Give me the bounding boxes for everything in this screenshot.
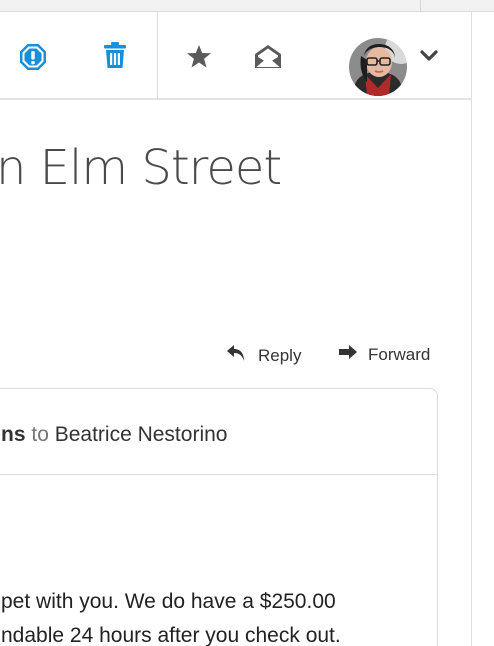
reply-icon	[226, 344, 258, 367]
chevron-down-icon	[419, 49, 439, 63]
message-toolbar	[0, 12, 471, 100]
forward-button[interactable]: Forward	[338, 344, 430, 365]
reply-button[interactable]: Reply	[226, 344, 301, 367]
recipient-name: Beatrice Nestorino	[54, 423, 228, 446]
top-bar-divider	[420, 0, 421, 12]
star-icon	[186, 44, 212, 69]
spam-icon	[18, 42, 48, 72]
sender-line: ns to Beatrice Nestorino	[1, 423, 227, 447]
message-header: ns to Beatrice Nestorino	[0, 389, 437, 475]
top-bar	[0, 0, 494, 12]
account-menu-button[interactable]	[416, 46, 442, 66]
sender-name: ns	[1, 423, 26, 446]
reply-label: Reply	[258, 345, 302, 365]
avatar[interactable]	[349, 38, 407, 96]
message-card: ns to Beatrice Nestorino pet with you. W…	[0, 388, 438, 646]
message-body: pet with you. We do have a $250.00 ndabl…	[1, 585, 341, 646]
body-line: ndable 24 hours after you check out.	[1, 624, 341, 646]
scroll-gutter	[471, 12, 472, 646]
trash-icon	[103, 41, 127, 69]
to-word: to	[31, 423, 49, 446]
report-spam-button[interactable]	[18, 42, 48, 72]
mark-unread-button[interactable]	[252, 42, 284, 70]
delete-button[interactable]	[102, 40, 128, 70]
forward-arrow-icon	[338, 344, 368, 365]
mark-unread-icon	[253, 43, 283, 69]
body-line: pet with you. We do have a $250.00	[1, 590, 336, 613]
message-subject: n Elm Street	[0, 140, 282, 196]
star-button[interactable]	[185, 42, 213, 70]
forward-label: Forward	[368, 344, 431, 364]
toolbar-separator	[157, 12, 158, 99]
